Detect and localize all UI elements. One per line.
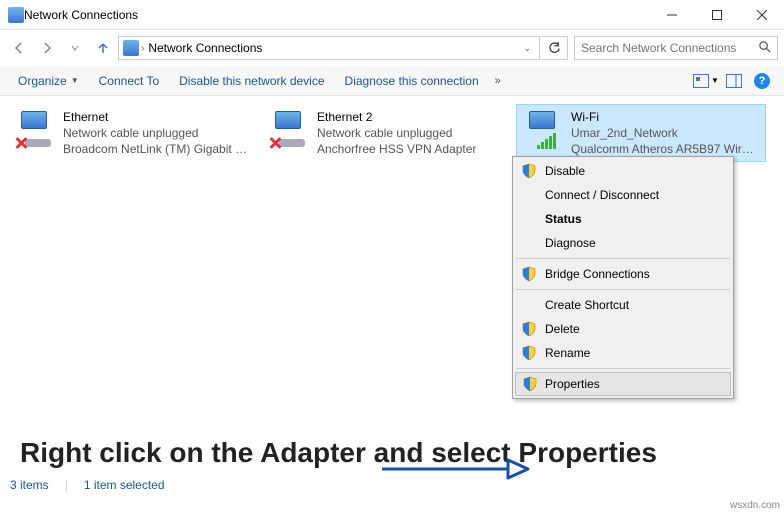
shield-icon bbox=[521, 163, 537, 179]
shield-icon bbox=[521, 321, 537, 337]
command-toolbar: Organize▼ Connect To Disable this networ… bbox=[0, 66, 784, 96]
shield-icon bbox=[521, 266, 537, 282]
window-titlebar: Network Connections bbox=[0, 0, 784, 30]
adapter-device: Qualcomm Atheros AR5B97 Wirel... bbox=[571, 141, 759, 157]
context-menu: Disable Connect / Disconnect Status Diag… bbox=[512, 156, 734, 399]
menu-separator bbox=[516, 368, 730, 369]
ctx-bridge-connections[interactable]: Bridge Connections bbox=[515, 262, 731, 286]
toolbar-overflow-icon[interactable]: » bbox=[489, 75, 507, 87]
ctx-delete[interactable]: Delete bbox=[515, 317, 731, 341]
shield-icon bbox=[521, 345, 537, 361]
adapter-name: Ethernet 2 bbox=[317, 109, 505, 125]
address-dropdown-icon[interactable]: ⌄ bbox=[519, 43, 535, 54]
status-selected-count: 1 item selected bbox=[84, 478, 165, 492]
help-icon: ? bbox=[754, 73, 770, 89]
navigation-bar: › Network Connections ⌄ bbox=[0, 30, 784, 66]
minimize-button[interactable] bbox=[649, 0, 694, 30]
up-button[interactable] bbox=[90, 35, 116, 61]
breadcrumb-item[interactable]: Network Connections bbox=[146, 41, 264, 55]
menu-separator bbox=[516, 289, 730, 290]
adapter-item[interactable]: EthernetNetwork cable unpluggedBroadcom … bbox=[8, 104, 258, 162]
ctx-disable[interactable]: Disable bbox=[515, 159, 731, 183]
address-bar[interactable]: › Network Connections ⌄ bbox=[118, 36, 540, 60]
ethernet-adapter-icon bbox=[15, 109, 57, 151]
tiles-icon bbox=[693, 74, 709, 88]
menu-separator bbox=[516, 258, 730, 259]
shield-icon bbox=[522, 376, 538, 392]
adapter-item[interactable]: Ethernet 2Network cable unpluggedAnchorf… bbox=[262, 104, 512, 162]
status-item-count: 3 items bbox=[10, 478, 49, 492]
connect-to-button[interactable]: Connect To bbox=[89, 70, 170, 92]
wifi-adapter-icon bbox=[523, 109, 565, 151]
disconnected-x-icon bbox=[13, 135, 29, 151]
watermark: wsxdn.com bbox=[730, 500, 780, 511]
search-icon[interactable] bbox=[758, 40, 771, 56]
disable-device-button[interactable]: Disable this network device bbox=[169, 70, 334, 92]
ctx-connect-disconnect[interactable]: Connect / Disconnect bbox=[515, 183, 731, 207]
adapter-status: Umar_2nd_Network bbox=[571, 125, 759, 141]
status-bar: 3 items | 1 item selected bbox=[0, 473, 784, 497]
adapter-name: Wi-Fi bbox=[571, 109, 759, 125]
chevron-down-icon: ▼ bbox=[71, 76, 79, 85]
adapter-status: Network cable unplugged bbox=[63, 125, 251, 141]
forward-button[interactable] bbox=[34, 35, 60, 61]
back-button[interactable] bbox=[6, 35, 32, 61]
disconnected-x-icon bbox=[267, 135, 283, 151]
ctx-properties[interactable]: Properties bbox=[515, 372, 731, 396]
maximize-button[interactable] bbox=[694, 0, 739, 30]
adapter-device: Anchorfree HSS VPN Adapter bbox=[317, 141, 505, 157]
diagnose-connection-button[interactable]: Diagnose this connection bbox=[335, 70, 489, 92]
content-area: EthernetNetwork cable unpluggedBroadcom … bbox=[0, 96, 784, 476]
view-options-button[interactable]: ▼ bbox=[692, 69, 720, 93]
refresh-button[interactable] bbox=[542, 36, 568, 60]
search-input[interactable] bbox=[581, 41, 758, 55]
adapter-name: Ethernet bbox=[63, 109, 251, 125]
annotation-text: Right click on the Adapter and select Pr… bbox=[20, 436, 657, 470]
adapter-item[interactable]: Wi-FiUmar_2nd_NetworkQualcomm Atheros AR… bbox=[516, 104, 766, 162]
ethernet-adapter-icon bbox=[269, 109, 311, 151]
chevron-down-icon: ▼ bbox=[711, 76, 719, 85]
ctx-status[interactable]: Status bbox=[515, 207, 731, 231]
help-button[interactable]: ? bbox=[748, 69, 776, 93]
network-connections-icon bbox=[8, 7, 24, 23]
recent-dropdown[interactable] bbox=[62, 35, 88, 61]
adapter-device: Broadcom NetLink (TM) Gigabit E... bbox=[63, 141, 251, 157]
close-button[interactable] bbox=[739, 0, 784, 30]
breadcrumb-sep-icon: › bbox=[139, 43, 146, 54]
search-box[interactable] bbox=[574, 36, 778, 60]
organize-menu[interactable]: Organize▼ bbox=[8, 70, 89, 92]
adapter-status: Network cable unplugged bbox=[317, 125, 505, 141]
preview-pane-button[interactable] bbox=[720, 69, 748, 93]
ctx-rename[interactable]: Rename bbox=[515, 341, 731, 365]
location-icon bbox=[123, 40, 139, 56]
ctx-create-shortcut[interactable]: Create Shortcut bbox=[515, 293, 731, 317]
ctx-diagnose[interactable]: Diagnose bbox=[515, 231, 731, 255]
window-title: Network Connections bbox=[24, 8, 649, 22]
